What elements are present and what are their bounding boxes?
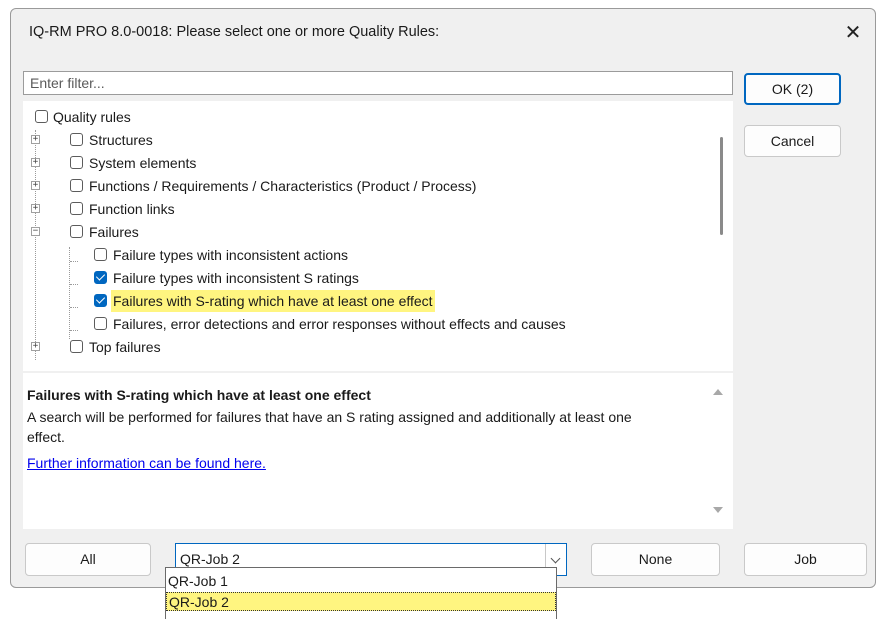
checkbox-icon[interactable] xyxy=(70,156,83,169)
window-title: IQ-RM PRO 8.0-0018: Please select one or… xyxy=(29,24,440,40)
description-text: A search will be performed for failures … xyxy=(27,409,632,445)
checkbox-icon[interactable] xyxy=(94,248,107,261)
tree-item-failures[interactable]: − Failures xyxy=(23,221,723,243)
plus-expander-icon[interactable]: + xyxy=(31,135,40,144)
cancel-button[interactable]: Cancel xyxy=(744,125,841,157)
tree-item-label: Functions / Requirements / Characteristi… xyxy=(89,178,477,194)
tree-item-label: Failures with S-rating which have at lea… xyxy=(111,290,435,312)
tree-item-failures-s-rating-effect[interactable]: Failures with S-rating which have at lea… xyxy=(23,290,723,312)
checkbox-icon[interactable] xyxy=(70,340,83,353)
checkbox-icon[interactable] xyxy=(70,202,83,215)
close-icon[interactable]: ✕ xyxy=(839,19,867,47)
checkbox-icon[interactable] xyxy=(70,133,83,146)
plus-expander-icon[interactable]: + xyxy=(31,158,40,167)
job-option[interactable]: QR-Job 1 xyxy=(166,572,556,591)
plus-expander-icon[interactable]: + xyxy=(31,181,40,190)
tree-item-label: Failures xyxy=(89,224,139,240)
plus-expander-icon[interactable]: + xyxy=(31,204,40,213)
tree-item-system-elements[interactable]: + System elements xyxy=(23,152,723,174)
title-bar: IQ-RM PRO 8.0-0018: Please select one or… xyxy=(11,9,875,57)
none-button[interactable]: None xyxy=(591,543,720,576)
filter-input[interactable] xyxy=(23,71,733,95)
tree-item-label: Failure types with inconsistent actions xyxy=(113,247,348,263)
quality-rules-dialog: IQ-RM PRO 8.0-0018: Please select one or… xyxy=(10,8,876,588)
scroll-up-icon[interactable] xyxy=(713,389,723,395)
tree-item-function-links[interactable]: + Function links xyxy=(23,198,723,220)
tree-item-label: Failures, error detections and error res… xyxy=(113,316,566,332)
further-info-link[interactable]: Further information can be found here. xyxy=(27,455,266,471)
tree-item-label: Function links xyxy=(89,201,175,217)
all-button[interactable]: All xyxy=(25,543,151,576)
tree-item-quality-rules[interactable]: Quality rules xyxy=(23,106,723,128)
description-title: Failures with S-rating which have at lea… xyxy=(27,387,371,403)
checkbox-icon[interactable] xyxy=(94,317,107,330)
tree-item-failure-types-inconsistent-s-ratings[interactable]: Failure types with inconsistent S rating… xyxy=(23,267,723,289)
tree-item-label: Structures xyxy=(89,132,153,148)
job-option-selected[interactable]: QR-Job 2 xyxy=(166,592,556,611)
checkbox-icon[interactable] xyxy=(94,294,107,307)
quality-rules-tree[interactable]: Quality rules + Structures + System elem… xyxy=(23,101,733,371)
tree-item-failure-types-inconsistent-actions[interactable]: Failure types with inconsistent actions xyxy=(23,244,723,266)
scroll-down-icon[interactable] xyxy=(713,507,723,513)
ok-button[interactable]: OK (2) xyxy=(744,73,841,105)
job-select-value: QR-Job 2 xyxy=(180,551,240,567)
tree-item-failures-without-effects-causes[interactable]: Failures, error detections and error res… xyxy=(23,313,723,335)
tree-item-label: Top failures xyxy=(89,339,161,355)
checkbox-icon[interactable] xyxy=(70,179,83,192)
checkbox-icon[interactable] xyxy=(35,110,48,123)
checkbox-icon[interactable] xyxy=(70,225,83,238)
tree-scrollbar[interactable] xyxy=(720,137,723,235)
description-panel: Failures with S-rating which have at lea… xyxy=(23,373,733,529)
tree-item-functions[interactable]: + Functions / Requirements / Characteris… xyxy=(23,175,723,197)
job-dropdown-list[interactable]: QR-Job 1 QR-Job 2 xyxy=(165,567,557,619)
checkbox-icon[interactable] xyxy=(94,271,107,284)
tree-item-label: Failure types with inconsistent S rating… xyxy=(113,270,359,286)
plus-expander-icon[interactable]: + xyxy=(31,342,40,351)
tree-item-top-failures[interactable]: + Top failures xyxy=(23,336,723,358)
job-button[interactable]: Job xyxy=(744,543,867,576)
tree-item-structures[interactable]: + Structures xyxy=(23,129,723,151)
minus-expander-icon[interactable]: − xyxy=(31,227,40,236)
tree-item-label: Quality rules xyxy=(53,109,131,125)
tree-item-label: System elements xyxy=(89,155,197,171)
